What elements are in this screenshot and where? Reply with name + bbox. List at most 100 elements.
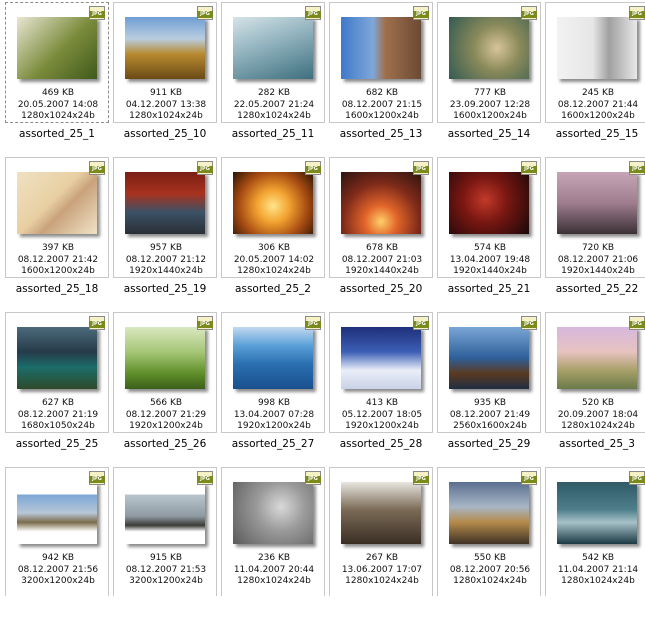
thumbnail-item[interactable]: JPG 267 KB 13.06.2007 17:07 1280x1024x24b	[329, 467, 437, 617]
thumbnail-item[interactable]: JPG 627 KB 08.12.2007 21:19 1680x1050x24b as…	[5, 312, 113, 462]
thumbnail-card[interactable]: JPG 678 KB 08.12.2007 21:03 1920x1440x24b	[329, 157, 433, 278]
file-metadata: 682 KB 08.12.2007 21:15 1600x1200x24b	[330, 88, 434, 123]
image-dimensions: 1920x1440x24b	[345, 266, 419, 276]
file-name[interactable]: assorted_25_15	[545, 128, 645, 140]
file-name[interactable]: assorted_25_26	[113, 438, 217, 450]
thumbnail-item[interactable]: JPG 942 KB 08.12.2007 21:56 3200x1200x24b	[5, 467, 113, 617]
thumbnail-item[interactable]: JPG 678 KB 08.12.2007 21:03 1920x1440x24b as…	[329, 157, 437, 307]
thumbnail-image[interactable]	[341, 482, 421, 544]
thumbnail-image[interactable]	[125, 172, 205, 234]
thumbnail-item[interactable]: JPG 397 KB 08.12.2007 21:42 1600x1200x24b as…	[5, 157, 113, 307]
file-name[interactable]: assorted_25_21	[437, 283, 541, 295]
thumbnail-image[interactable]	[449, 327, 529, 389]
jpg-badge-label: JPG	[197, 321, 213, 328]
file-name[interactable]: assorted_25_25	[5, 438, 109, 450]
thumbnail-item[interactable]: JPG 957 KB 08.12.2007 21:12 1920x1440x24b as…	[113, 157, 221, 307]
file-size: 566 KB	[149, 398, 183, 408]
thumbnail-card[interactable]: JPG 542 KB 11.04.2007 21:14 1280x1024x24b	[545, 467, 645, 596]
thumbnail-image[interactable]	[233, 482, 313, 544]
thumbnail-card[interactable]: JPG 397 KB 08.12.2007 21:42 1600x1200x24b	[5, 157, 109, 278]
file-name[interactable]: assorted_25_27	[221, 438, 325, 450]
thumbnail-card[interactable]: JPG 682 KB 08.12.2007 21:15 1600x1200x24b	[329, 2, 433, 123]
thumbnail-image[interactable]	[449, 172, 529, 234]
file-name[interactable]: assorted_25_10	[113, 128, 217, 140]
thumbnail-image[interactable]	[449, 17, 529, 79]
thumbnail-card[interactable]: JPG 566 KB 08.12.2007 21:29 1920x1200x24b	[113, 312, 217, 433]
thumbnail-image[interactable]	[341, 17, 421, 79]
thumbnail-card[interactable]: JPG 574 KB 13.04.2007 19:48 1920x1440x24b	[437, 157, 541, 278]
thumbnail-item[interactable]: JPG 777 KB 23.09.2007 12:28 1600x1200x24b as…	[437, 2, 545, 152]
thumbnail-card[interactable]: JPG 957 KB 08.12.2007 21:12 1920x1440x24b	[113, 157, 217, 278]
thumbnail-image[interactable]	[557, 17, 637, 79]
thumbnail-image[interactable]	[125, 17, 205, 79]
image-dimensions: 1600x1200x24b	[561, 111, 635, 121]
thumbnail-item[interactable]: JPG 542 KB 11.04.2007 21:14 1280x1024x24b	[545, 467, 645, 617]
thumbnail-item[interactable]: JPG 282 KB 22.05.2007 21:24 1280x1024x24b as…	[221, 2, 329, 152]
image-dimensions: 1280x1024x24b	[129, 111, 203, 121]
thumbnail-image[interactable]	[125, 482, 205, 544]
thumbnail-image[interactable]	[233, 172, 313, 234]
thumbnail-item[interactable]: JPG 550 KB 08.12.2007 20:56 1280x1024x24b	[437, 467, 545, 617]
file-name[interactable]: assorted_25_13	[329, 128, 433, 140]
thumbnail-image[interactable]	[557, 327, 637, 389]
thumbnail-item[interactable]: JPG 566 KB 08.12.2007 21:29 1920x1200x24b as…	[113, 312, 221, 462]
thumbnail-image[interactable]	[17, 172, 97, 234]
thumbnail-image[interactable]	[17, 327, 97, 389]
thumbnail-card[interactable]: JPG 998 KB 13.04.2007 07:28 1920x1200x24b	[221, 312, 325, 433]
thumbnail-item[interactable]: JPG 520 KB 20.09.2007 18:04 1280x1024x24b as…	[545, 312, 645, 462]
file-name[interactable]: assorted_25_2	[221, 283, 325, 295]
file-date: 23.09.2007 12:28	[449, 99, 531, 110]
file-name[interactable]: assorted_25_29	[437, 438, 541, 450]
thumbnail-image[interactable]	[233, 327, 313, 389]
thumbnail-item[interactable]: JPG 915 KB 08.12.2007 21:53 3200x1200x24b	[113, 467, 221, 617]
file-name[interactable]: assorted_25_19	[113, 283, 217, 295]
thumbnail-card[interactable]: JPG 942 KB 08.12.2007 21:56 3200x1200x24b	[5, 467, 109, 596]
thumbnail-card[interactable]: JPG 777 KB 23.09.2007 12:28 1600x1200x24b	[437, 2, 541, 123]
file-size: 306 KB	[257, 243, 291, 253]
thumbnail-card[interactable]: JPG 267 KB 13.06.2007 17:07 1280x1024x24b	[329, 467, 433, 596]
file-name[interactable]: assorted_25_22	[545, 283, 645, 295]
file-name[interactable]: assorted_25_20	[329, 283, 433, 295]
thumbnail-image[interactable]	[449, 482, 529, 544]
thumbnail-item[interactable]: JPG 413 KB 05.12.2007 18:05 1920x1200x24b as…	[329, 312, 437, 462]
file-name[interactable]: assorted_25_18	[5, 283, 109, 295]
thumbnail-card[interactable]: JPG 911 KB 04.12.2007 13:38 1280x1024x24b	[113, 2, 217, 123]
file-name[interactable]: assorted_25_3	[545, 438, 645, 450]
thumbnail-card[interactable]: JPG 245 KB 08.12.2007 21:44 1600x1200x24b	[545, 2, 645, 123]
thumbnail-item[interactable]: JPG 306 KB 20.05.2007 14:02 1280x1024x24b as…	[221, 157, 329, 307]
thumbnail-card[interactable]: JPG 520 KB 20.09.2007 18:04 1280x1024x24b	[545, 312, 645, 433]
thumbnail-image[interactable]	[341, 172, 421, 234]
thumbnail-card[interactable]: JPG 413 KB 05.12.2007 18:05 1920x1200x24b	[329, 312, 433, 433]
thumbnail-image[interactable]	[17, 17, 97, 79]
thumbnail-card[interactable]: JPG 469 KB 20.05.2007 14:08 1280x1024x24b	[5, 2, 109, 123]
thumbnail-item[interactable]: JPG 935 KB 08.12.2007 21:49 2560x1600x24b as…	[437, 312, 545, 462]
thumbnail-item[interactable]: JPG 911 KB 04.12.2007 13:38 1280x1024x24b as…	[113, 2, 221, 152]
thumbnail-image[interactable]	[557, 172, 637, 234]
jpg-file-icon: JPG	[629, 316, 645, 330]
thumbnail-item[interactable]: JPG 720 KB 08.12.2007 21:06 1920x1440x24b as…	[545, 157, 645, 307]
image-dimensions: 1920x1440x24b	[453, 266, 527, 276]
file-name[interactable]: assorted_25_14	[437, 128, 541, 140]
thumbnail-item[interactable]: JPG 245 KB 08.12.2007 21:44 1600x1200x24b as…	[545, 2, 645, 152]
thumbnail-card[interactable]: JPG 236 KB 11.04.2007 20:44 1280x1024x24b	[221, 467, 325, 596]
thumbnail-card[interactable]: JPG 550 KB 08.12.2007 20:56 1280x1024x24b	[437, 467, 541, 596]
thumbnail-card[interactable]: JPG 627 KB 08.12.2007 21:19 1680x1050x24b	[5, 312, 109, 433]
thumbnail-card[interactable]: JPG 935 KB 08.12.2007 21:49 2560x1600x24b	[437, 312, 541, 433]
thumbnail-card[interactable]: JPG 282 KB 22.05.2007 21:24 1280x1024x24b	[221, 2, 325, 123]
thumbnail-image[interactable]	[125, 327, 205, 389]
file-name[interactable]: assorted_25_28	[329, 438, 433, 450]
thumbnail-card[interactable]: JPG 720 KB 08.12.2007 21:06 1920x1440x24b	[545, 157, 645, 278]
file-name[interactable]: assorted_25_1	[5, 128, 109, 140]
thumbnail-image[interactable]	[557, 482, 637, 544]
thumbnail-item[interactable]: JPG 574 KB 13.04.2007 19:48 1920x1440x24b as…	[437, 157, 545, 307]
thumbnail-item[interactable]: JPG 236 KB 11.04.2007 20:44 1280x1024x24b	[221, 467, 329, 617]
thumbnail-image[interactable]	[233, 17, 313, 79]
thumbnail-card[interactable]: JPG 306 KB 20.05.2007 14:02 1280x1024x24b	[221, 157, 325, 278]
thumbnail-image[interactable]	[341, 327, 421, 389]
thumbnail-item[interactable]: JPG 469 KB 20.05.2007 14:08 1280x1024x24b as…	[5, 2, 113, 152]
thumbnail-item[interactable]: JPG 998 KB 13.04.2007 07:28 1920x1200x24b as…	[221, 312, 329, 462]
file-name[interactable]: assorted_25_11	[221, 128, 325, 140]
thumbnail-card[interactable]: JPG 915 KB 08.12.2007 21:53 3200x1200x24b	[113, 467, 217, 596]
thumbnail-image[interactable]	[17, 482, 97, 544]
thumbnail-item[interactable]: JPG 682 KB 08.12.2007 21:15 1600x1200x24b as…	[329, 2, 437, 152]
